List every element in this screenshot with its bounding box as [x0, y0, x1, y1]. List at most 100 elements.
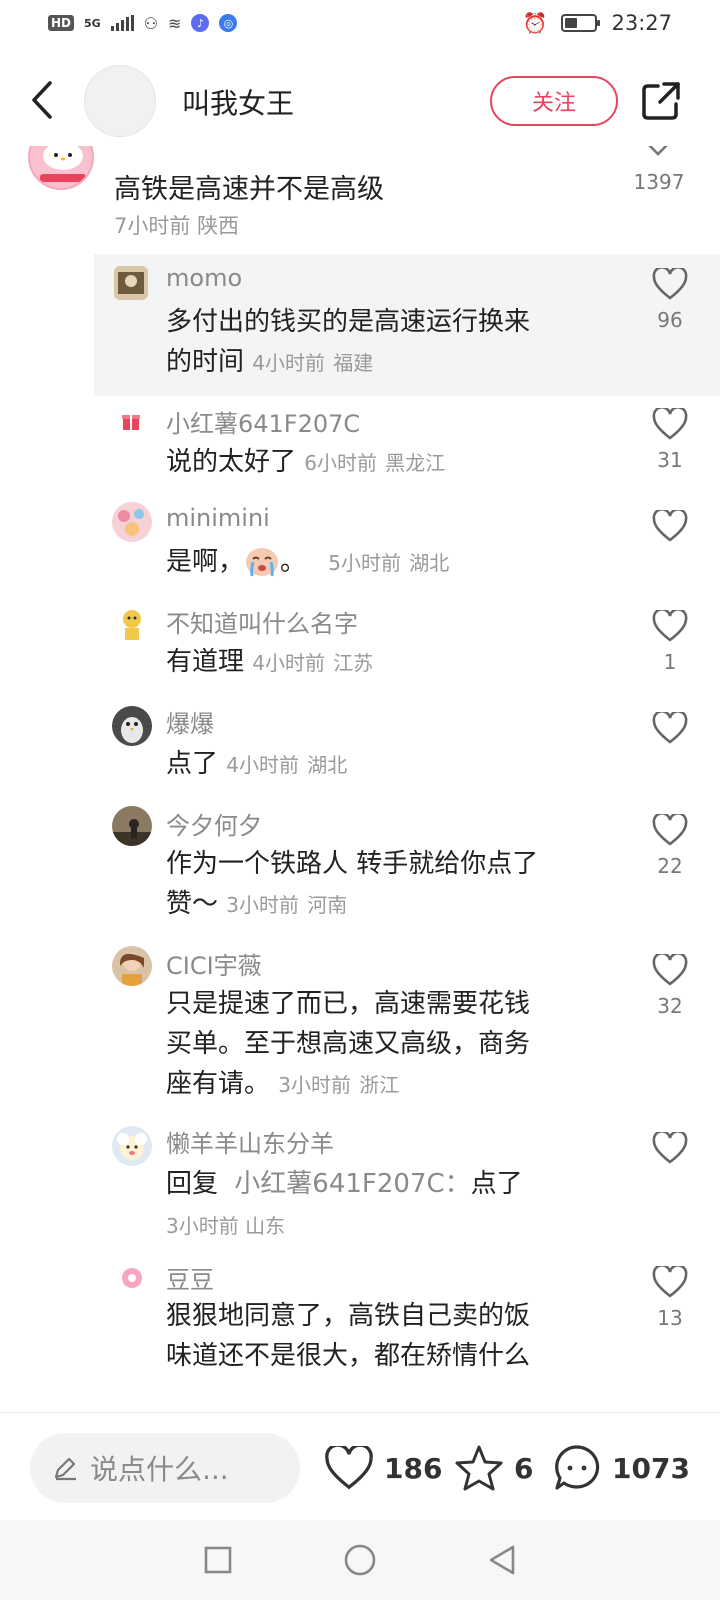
author-name[interactable]: 叫我女王 [182, 82, 294, 122]
commenter-avatar[interactable] [112, 502, 152, 542]
comment-list[interactable]: 高铁是高速并不是高级 7小时前 陕西 1397 momo 多付出的钱买的是高速运… [0, 146, 720, 1410]
comment-username[interactable]: 不知道叫什么名字 [166, 604, 358, 639]
comment-text-part: 是啊， [166, 547, 245, 577]
comment-location: 湖北 [409, 551, 450, 575]
comment-username[interactable]: 懒羊羊山东分羊 [166, 1124, 334, 1159]
commenter-avatar[interactable] [120, 1266, 144, 1290]
comment-text-line: 赞～ [166, 889, 219, 919]
share-button[interactable] [640, 80, 682, 122]
comment-text-line: 座有请。 [166, 1069, 271, 1099]
like-button[interactable] [648, 1132, 692, 1172]
heart-outline-icon [652, 610, 688, 642]
comment-text-line: 点了 [470, 1169, 523, 1199]
comment-input[interactable]: 说点什么... [30, 1433, 300, 1503]
user-avatar-icon [118, 272, 144, 294]
comment-time: 3小时前 [226, 893, 300, 917]
notification-icon: ⚇ [143, 13, 159, 33]
comment-text: 狠狠地同意了，高铁自己卖的饭 味道还不是很大，都在矫情什么 [166, 1296, 606, 1376]
recent-apps-square-icon[interactable] [203, 1545, 233, 1575]
network-type: 5G [84, 16, 101, 30]
comment-text-line: 买单。至于想高速又高级，商务 [166, 1029, 531, 1059]
star-outline-icon [455, 1445, 503, 1491]
like-count: 32 [657, 994, 683, 1018]
comment-text: 说的太好了 6小时前 黑龙江 [166, 442, 606, 483]
user-avatar-icon [118, 509, 144, 536]
alarm-icon: ⏰ [522, 11, 548, 35]
heart-outline-icon [652, 814, 688, 846]
comment-username[interactable]: CICI宇薇 [166, 946, 262, 981]
pencil-icon [54, 1457, 76, 1481]
comment-time: 4小时前 [252, 351, 326, 375]
user-avatar-icon [112, 819, 152, 846]
like-button[interactable]: 22 [648, 814, 692, 878]
comment-text-line: 有道理 [166, 647, 245, 677]
comment-text-line: 点了 [166, 749, 219, 779]
like-button[interactable]: 1 [648, 610, 692, 674]
comment-text-line: 作为一个铁路人 转手就给你点了 [166, 849, 539, 879]
commenter-avatar[interactable] [112, 604, 152, 644]
like-count: 31 [657, 448, 683, 472]
chat-bubble-icon [555, 1445, 600, 1490]
back-triangle-icon[interactable] [487, 1544, 517, 1576]
commenter-avatar[interactable] [120, 410, 142, 432]
comment-username[interactable]: 今夕何夕 [166, 806, 262, 841]
commenter-avatar[interactable] [112, 706, 152, 746]
comment-location: 河南 [307, 893, 348, 917]
user-avatar-icon [121, 717, 143, 743]
follow-button[interactable]: 关注 [490, 76, 618, 126]
comment-username[interactable]: momo [166, 264, 242, 292]
like-button[interactable] [648, 510, 692, 550]
comment-username[interactable]: 爆爆 [166, 704, 214, 739]
comment-text-line: 狠狠地同意了，高铁自己卖的饭 [166, 1301, 531, 1331]
commenter-avatar[interactable] [114, 266, 148, 300]
heart-outline-icon[interactable] [640, 146, 676, 162]
signal-icon [110, 15, 134, 31]
comment-location: 江苏 [333, 651, 374, 675]
comment-username[interactable]: minimini [166, 504, 270, 532]
author-avatar[interactable] [84, 65, 156, 137]
comment-time: 4小时前 [252, 651, 326, 675]
reply-to-username[interactable]: 小红薯641F207C： [234, 1169, 470, 1199]
back-button[interactable] [24, 78, 60, 122]
comment-location: 黑龙江 [385, 451, 446, 475]
like-count: 22 [657, 854, 683, 878]
commenter-avatar[interactable] [28, 146, 94, 190]
user-avatar-icon [117, 1133, 147, 1160]
comment-time: 3小时前 [278, 1073, 352, 1097]
hd-badge: HD [48, 15, 75, 31]
comment-meta: 3小时前 山东 [166, 1210, 285, 1239]
like-count: 1 [663, 650, 677, 674]
user-avatar-icon [120, 953, 144, 986]
user-avatar-icon [123, 610, 141, 640]
bottom-action-bar: 说点什么... 186 6 1073 [0, 1412, 720, 1520]
like-button[interactable]: 13 [648, 1266, 692, 1330]
comment-username[interactable]: 豆豆 [166, 1260, 214, 1295]
comment-action[interactable]: 1073 [552, 1435, 690, 1501]
collect-action[interactable]: 6 [454, 1435, 533, 1501]
comment-location: 福建 [333, 351, 374, 375]
heart-outline-icon [652, 954, 688, 986]
comment-text: 多付出的钱买的是高速运行换来 的时间 4小时前 福建 [166, 302, 606, 383]
commenter-avatar[interactable] [112, 946, 152, 986]
commenter-avatar[interactable] [112, 806, 152, 846]
comment-time: 5小时前 [328, 551, 402, 575]
like-button[interactable] [648, 712, 692, 752]
comment-text-line: 味道还不是很大，都在矫情什么 [166, 1341, 531, 1371]
system-navigation-bar [0, 1520, 720, 1600]
like-button[interactable]: 96 [648, 268, 692, 332]
comment-text: 是啊， 。 5小时前 湖北 [166, 542, 606, 583]
share-icon [642, 82, 680, 120]
comment-location: 湖北 [307, 753, 348, 777]
comment-text-part: 。 [280, 547, 307, 577]
like-button[interactable]: 32 [648, 954, 692, 1018]
comment-location: 浙江 [359, 1073, 400, 1097]
comment-text-line: 多付出的钱买的是高速运行换来 [166, 307, 531, 337]
like-button[interactable]: 31 [648, 408, 692, 472]
home-circle-icon[interactable] [343, 1543, 377, 1577]
heart-outline-icon [652, 510, 688, 542]
commenter-avatar[interactable] [112, 1126, 152, 1166]
like-action[interactable]: 186 [324, 1435, 442, 1501]
heart-outline-icon [652, 268, 688, 300]
comment-username[interactable]: 小红薯641F207C [166, 404, 360, 439]
comment-time: 6小时前 [304, 451, 378, 475]
